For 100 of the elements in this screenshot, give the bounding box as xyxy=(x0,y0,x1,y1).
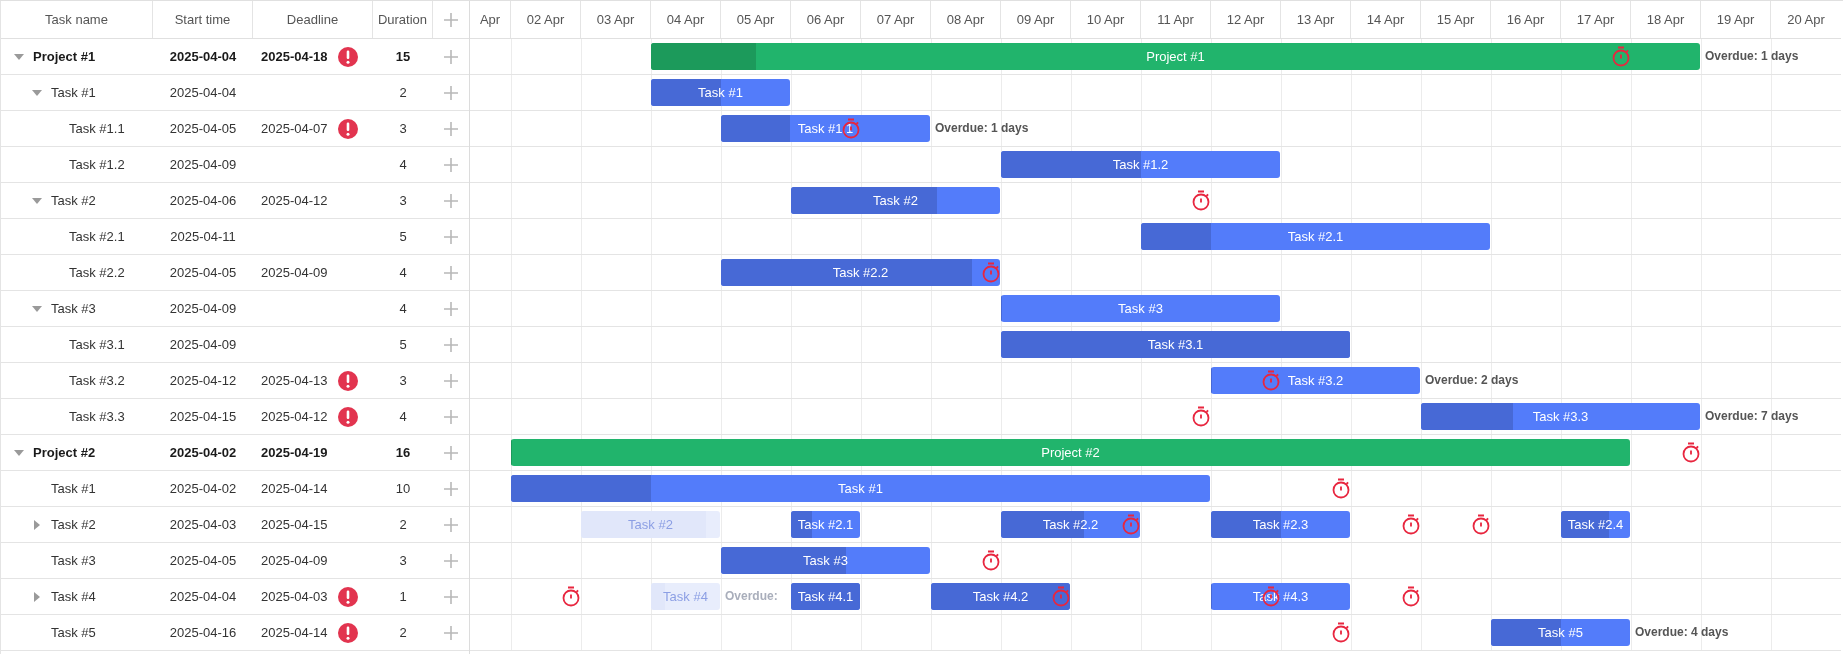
date-header: 03 Apr xyxy=(596,12,635,27)
deadline-date: 2025-04-03 xyxy=(261,589,328,604)
task-bar[interactable]: Task #2.2 xyxy=(721,259,1000,286)
duration-value: 4 xyxy=(399,265,407,280)
start-date: 2025-04-04 xyxy=(169,49,237,64)
stopwatch-icon xyxy=(1681,441,1701,463)
start-date: 2025-04-03 xyxy=(169,517,237,532)
duration-value: 3 xyxy=(399,193,407,208)
duration-value: 1 xyxy=(399,589,407,604)
duration-value: 2 xyxy=(399,625,407,640)
add-icon[interactable] xyxy=(444,517,458,532)
task-bar[interactable]: Task #2.1 xyxy=(791,511,860,538)
caret-down-icon[interactable] xyxy=(32,305,42,312)
caret-right-icon[interactable] xyxy=(34,519,40,530)
caret-down-icon[interactable] xyxy=(32,89,42,96)
start-date: 2025-04-09 xyxy=(169,157,237,172)
add-icon[interactable] xyxy=(444,301,458,316)
duration-value: 4 xyxy=(399,409,407,424)
task-bar[interactable]: Task #2.4 xyxy=(1561,511,1630,538)
date-header: 14 Apr xyxy=(1366,12,1405,27)
duration-value: 3 xyxy=(399,553,407,568)
stopwatch-icon xyxy=(1191,189,1211,211)
start-date: 2025-04-05 xyxy=(169,121,237,136)
start-date: 2025-04-04 xyxy=(169,85,237,100)
date-header: 15 Apr xyxy=(1436,12,1475,27)
start-date: 2025-04-12 xyxy=(169,373,237,388)
caret-right-icon[interactable] xyxy=(34,591,40,602)
project-bar[interactable]: Project #2 xyxy=(511,439,1630,466)
add-icon[interactable] xyxy=(444,373,458,388)
add-icon[interactable] xyxy=(444,409,458,424)
task-bar[interactable]: Task #2.2 xyxy=(1001,511,1140,538)
duration-value: 3 xyxy=(399,121,407,136)
add-icon[interactable] xyxy=(444,229,458,244)
start-date: 2025-04-04 xyxy=(169,589,237,604)
stopwatch-icon xyxy=(1401,513,1421,535)
task-name: Task #4 xyxy=(51,589,96,604)
stopwatch-icon xyxy=(1471,513,1491,535)
task-bar[interactable]: Task #3 xyxy=(1001,295,1280,322)
add-icon[interactable] xyxy=(444,337,458,352)
add-icon[interactable] xyxy=(444,625,458,640)
duration-value: 3 xyxy=(399,373,407,388)
deadline-date: 2025-04-09 xyxy=(261,553,328,568)
add-icon[interactable] xyxy=(444,12,458,27)
task-name: Task #2.1 xyxy=(69,229,125,244)
task-bar[interactable]: Task #1.2 xyxy=(1001,151,1280,178)
add-icon[interactable] xyxy=(444,193,458,208)
add-icon[interactable] xyxy=(444,553,458,568)
deadline-date: 2025-04-18 xyxy=(261,49,328,64)
task-name: Task #3.3 xyxy=(69,409,125,424)
task-bar[interactable]: Task #1 xyxy=(511,475,1210,502)
start-date: 2025-04-11 xyxy=(170,229,236,244)
duration-value: 4 xyxy=(399,301,407,316)
task-bar[interactable]: Task #2.1 xyxy=(1141,223,1490,250)
task-bar[interactable]: Task #1 xyxy=(651,79,790,106)
add-icon[interactable] xyxy=(444,589,458,604)
add-icon[interactable] xyxy=(444,265,458,280)
caret-down-icon[interactable] xyxy=(14,53,24,60)
deadline-date: 2025-04-12 xyxy=(261,409,328,424)
stopwatch-icon xyxy=(1331,477,1351,499)
task-bar[interactable]: Task #3 xyxy=(721,547,930,574)
add-icon[interactable] xyxy=(444,481,458,496)
date-header: 12 Apr xyxy=(1226,12,1265,27)
start-date: 2025-04-16 xyxy=(169,625,237,640)
add-icon[interactable] xyxy=(444,445,458,460)
deadline-date: 2025-04-07 xyxy=(261,121,328,136)
task-bar[interactable]: Task #3.1 xyxy=(1001,331,1350,358)
date-header: 07 Apr xyxy=(876,12,915,27)
overdue-label: Overdue: xyxy=(725,589,778,603)
add-icon[interactable] xyxy=(444,85,458,100)
stopwatch-icon xyxy=(981,261,1001,283)
task-bar[interactable]: Task #2.3 xyxy=(1211,511,1350,538)
stopwatch-icon xyxy=(1401,585,1421,607)
deadline-date: 2025-04-19 xyxy=(261,445,328,460)
add-icon[interactable] xyxy=(444,121,458,136)
date-header: 13 Apr xyxy=(1296,12,1335,27)
date-header: 06 Apr xyxy=(806,12,845,27)
task-bar[interactable]: Task #4.1 xyxy=(791,583,860,610)
duration-value: 10 xyxy=(395,481,411,496)
project-bar[interactable]: Project #1 xyxy=(651,43,1700,70)
add-icon[interactable] xyxy=(444,157,458,172)
task-bar[interactable]: Task #5 xyxy=(1491,619,1630,646)
stopwatch-icon xyxy=(981,549,1001,571)
start-date: 2025-04-06 xyxy=(169,193,237,208)
caret-down-icon[interactable] xyxy=(14,449,24,456)
stopwatch-icon xyxy=(1261,369,1281,391)
deadline-date: 2025-04-09 xyxy=(261,265,328,280)
date-header: 05 Apr xyxy=(736,12,775,27)
task-name: Task #3 xyxy=(51,553,96,568)
start-date: 2025-04-09 xyxy=(169,301,237,316)
overdue-label: Overdue: 1 days xyxy=(935,121,1029,135)
task-bar[interactable]: Task #3.2 xyxy=(1211,367,1420,394)
date-header: 18 Apr xyxy=(1646,12,1685,27)
column-header: Deadline xyxy=(286,12,339,27)
caret-down-icon[interactable] xyxy=(32,197,42,204)
task-bar[interactable]: Task #3.3 xyxy=(1421,403,1700,430)
task-name: Task #3.2 xyxy=(69,373,125,388)
task-bar[interactable]: Task #4.2 xyxy=(931,583,1070,610)
task-bar[interactable]: Task #2 xyxy=(791,187,1000,214)
add-icon[interactable] xyxy=(444,49,458,64)
overdue-label: Overdue: 2 days xyxy=(1425,373,1519,387)
